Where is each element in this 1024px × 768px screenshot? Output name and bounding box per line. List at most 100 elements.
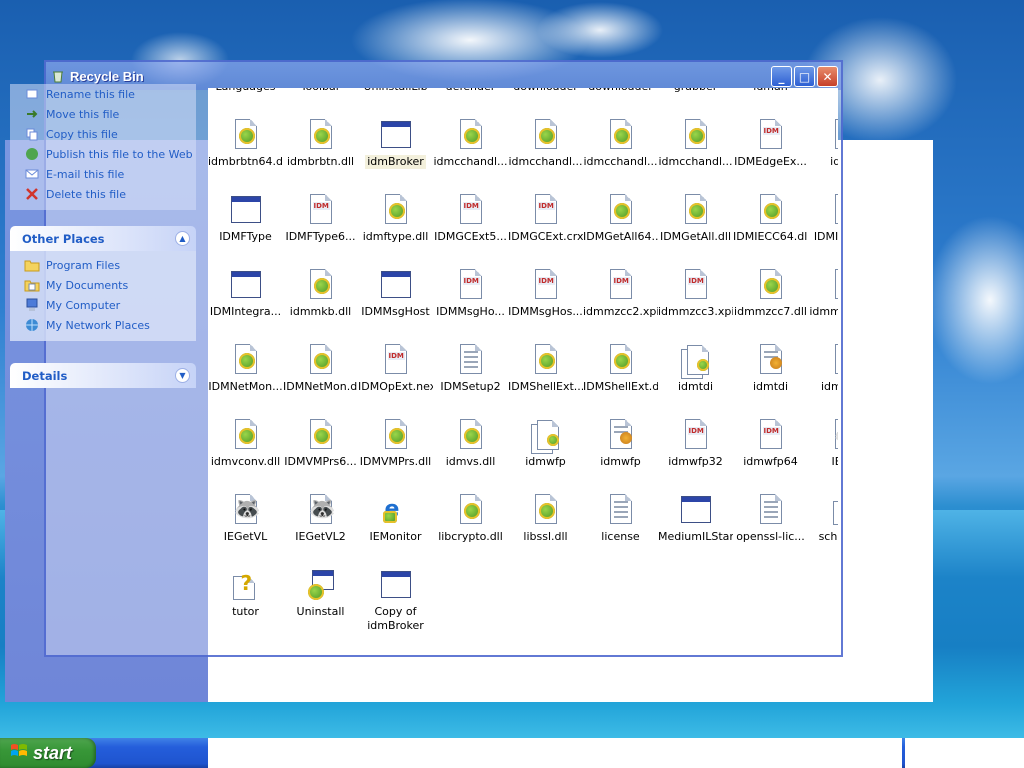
file-item[interactable]: IDMShellExt...: [508, 343, 583, 394]
file-item[interactable]: license: [583, 493, 658, 544]
file-item[interactable]: openssl-lic...: [733, 493, 808, 544]
file-item[interactable]: IDMNetMon...: [208, 343, 283, 394]
file-item[interactable]: idmwfp: [508, 418, 583, 469]
file-item[interactable]: idmmkb.dll: [283, 268, 358, 319]
file-item[interactable]: IDM idmmzcc2.xpi: [583, 268, 658, 319]
file-item[interactable]: MediumILStart: [658, 493, 733, 544]
close-button[interactable]: ✕: [817, 66, 838, 87]
file-task-publish[interactable]: Publish this file to the Web: [10, 144, 196, 164]
other-places-item-my-network-places[interactable]: My Network Places: [10, 315, 196, 335]
file-item[interactable]: idmtdi: [658, 343, 733, 394]
file-item[interactable]: idman: [733, 88, 808, 94]
file-item[interactable]: idmcchandl...: [508, 118, 583, 169]
details-panel: Details ▼: [10, 363, 196, 388]
file-item[interactable]: idmBroker: [358, 118, 433, 172]
file-list-view[interactable]: LanguagesToolbarUninstallLibdefenderdown…: [208, 88, 838, 655]
file-item[interactable]: IDM IDMOpExt.nex: [358, 343, 433, 394]
file-item[interactable]: defender: [433, 88, 508, 94]
file-name: idmtdi: [752, 380, 789, 393]
file-item[interactable]: IDM IDMEdgeEx...: [733, 118, 808, 169]
file-item[interactable]: IDM IDMGCExt.crx: [508, 193, 583, 244]
file-item[interactable]: 🦝 IEGetVL2: [283, 493, 358, 544]
file-item[interactable]: idmcchandl...: [658, 118, 733, 169]
file-item[interactable]: idmbrbtn64.dll: [208, 118, 283, 169]
file-item[interactable]: libcrypto.dll: [433, 493, 508, 544]
ie-monitor-icon: e: [382, 497, 400, 523]
file-item[interactable]: IDM idmtdi32: [808, 343, 838, 394]
file-item[interactable]: idmftype.dll: [358, 193, 433, 244]
file-item[interactable]: grabber: [658, 88, 733, 94]
file-item[interactable]: IDMGetAll.dll: [658, 193, 733, 244]
file-item[interactable]: Copy of idmBroker: [358, 568, 433, 633]
dll-file-icon: [454, 493, 488, 527]
file-task-move[interactable]: Move this file: [10, 104, 196, 124]
file-item[interactable]: IDMShellExt.dll: [583, 343, 658, 394]
file-item[interactable]: IDMGetAll64...: [583, 193, 658, 244]
chevron-up-icon[interactable]: ▲: [175, 231, 190, 246]
other-places-item-program-files[interactable]: Program Files: [10, 255, 196, 275]
file-item[interactable]: downloader: [508, 88, 583, 94]
start-button[interactable]: start: [0, 738, 96, 768]
file-item[interactable]: IDM idmwfp32: [658, 418, 733, 469]
file-item[interactable]: idmcchandl...: [583, 118, 658, 169]
idm-extension-file-icon: IDM: [679, 268, 713, 302]
file-item[interactable]: e IEMonitor: [358, 493, 433, 544]
file-item[interactable]: downloader: [583, 88, 658, 94]
other-places-header[interactable]: Other Places ▲: [10, 226, 196, 251]
file-item[interactable]: IDM IDMMsgHos...: [508, 268, 583, 319]
file-item[interactable]: idmtdi: [733, 343, 808, 394]
file-item[interactable]: idmbrbtn.dll: [283, 118, 358, 169]
file-item[interactable]: idmvconv.dll: [208, 418, 283, 469]
details-header[interactable]: Details ▼: [10, 363, 196, 388]
file-name: idmcchandl...: [433, 155, 508, 168]
chevron-down-icon[interactable]: ▼: [175, 368, 190, 383]
file-item[interactable]: IDMMsgHost: [358, 268, 433, 319]
minimize-button[interactable]: _: [771, 66, 792, 87]
file-task-email[interactable]: E-mail this file: [10, 164, 196, 184]
file-item[interactable]: ? tutor: [208, 568, 283, 619]
file-item[interactable]: IDMIECC64.dll: [733, 193, 808, 244]
file-item[interactable]: 🦝 IEGetVL: [208, 493, 283, 544]
file-item[interactable]: IDMVMPrs.dll: [358, 418, 433, 469]
file-item[interactable]: UninstallLib: [358, 88, 433, 94]
file-item[interactable]: ? scheduler: [808, 493, 838, 544]
file-item[interactable]: Languages: [208, 88, 283, 94]
file-task-rename[interactable]: Rename this file: [10, 84, 196, 104]
file-item[interactable]: IDM IDMMsgHo...: [433, 268, 508, 319]
file-item[interactable]: IDMVMPrs6...: [283, 418, 358, 469]
file-name: idmcchandl...: [658, 155, 733, 168]
other-places-item-my-documents[interactable]: My Documents: [10, 275, 196, 295]
file-name: IDMMsgHos...: [508, 305, 583, 318]
file-item[interactable]: IDMNetMon.dll: [283, 343, 358, 394]
other-places-item-my-computer[interactable]: My Computer: [10, 295, 196, 315]
file-item[interactable]: IDM IDMFType6...: [283, 193, 358, 244]
maximize-button[interactable]: □: [794, 66, 815, 87]
file-item[interactable]: idmfc: [808, 118, 838, 169]
file-name: IDMFType: [219, 230, 272, 243]
start-label: start: [33, 742, 73, 763]
file-name: idmmzcc3.xpi: [658, 305, 733, 318]
file-task-copy[interactable]: Copy this file: [10, 124, 196, 144]
file-item[interactable]: IDMFType: [208, 193, 283, 244]
file-item[interactable]: idmmzcc7.dll: [733, 268, 808, 319]
file-task-delete[interactable]: Delete this file: [10, 184, 196, 204]
file-item[interactable]: Uninstall: [283, 568, 358, 619]
file-item[interactable]: IDMSetup2: [433, 343, 508, 394]
file-item[interactable]: IDM IDMGCExt5...: [433, 193, 508, 244]
file-item[interactable]: libssl.dll: [508, 493, 583, 544]
file-item[interactable]: IDMIntegra...: [208, 268, 283, 319]
file-item[interactable]: IDMIECC.dll: [808, 193, 838, 244]
file-name: idmvs.dll: [445, 455, 496, 468]
file-item[interactable]: idmvs.dll: [433, 418, 508, 469]
file-item[interactable]: IDM idmmzcc7_...: [808, 268, 838, 319]
file-item[interactable]: IDM idmwfp64: [733, 418, 808, 469]
file-item[interactable]: 🦝 IEExt: [808, 418, 838, 469]
ie-getter-icon: 🦝: [229, 493, 263, 527]
file-name: IDMVMPrs6...: [284, 455, 357, 468]
file-item[interactable]: idmwfp: [583, 418, 658, 469]
file-item[interactable]: IDM idmmzcc3.xpi: [658, 268, 733, 319]
file-item[interactable]: idmcchandl...: [433, 118, 508, 169]
dll-file-icon: [604, 343, 638, 377]
file-item[interactable]: Toolbar: [283, 88, 358, 94]
dll-file-icon: [304, 418, 338, 452]
